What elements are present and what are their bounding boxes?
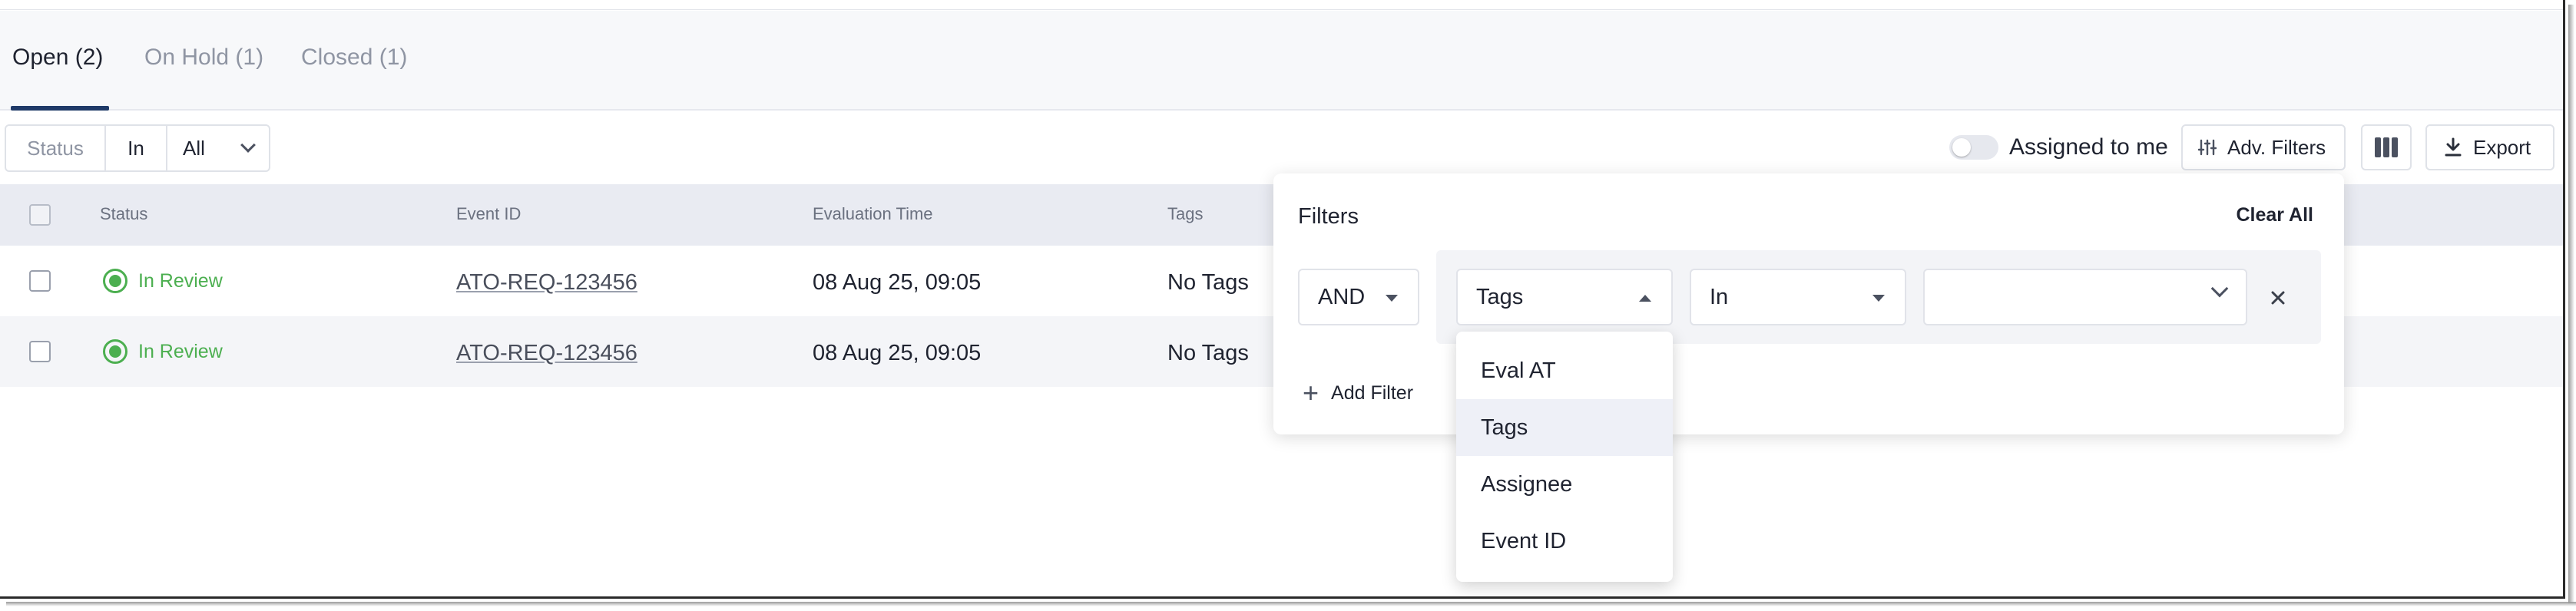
add-filter-label: Add Filter (1331, 381, 1414, 404)
columns-icon (2375, 137, 2398, 157)
frame-shadow (6, 602, 2576, 606)
export-label: Export (2473, 135, 2531, 159)
adv-filters-label: Adv. Filters (2227, 135, 2326, 159)
filter-field-label: Status (6, 126, 106, 170)
event-id-link[interactable]: ATO-REQ-123456 (456, 341, 637, 366)
export-button[interactable]: Export (2425, 124, 2554, 170)
select-all-checkbox[interactable] (29, 204, 51, 226)
tab-on-hold[interactable]: On Hold (1) (144, 45, 263, 71)
conjunction-select[interactable]: AND (1298, 269, 1419, 325)
assigned-to-me-label: Assigned to me (2009, 134, 2168, 160)
app-frame: Open (2) On Hold (1) Closed (1) Status I… (0, 0, 2565, 599)
tab-open[interactable]: Open (2) (12, 45, 103, 71)
row-checkbox[interactable] (29, 341, 51, 362)
active-tab-indicator (11, 106, 109, 111)
adv-filters-button[interactable]: Adv. Filters (2181, 124, 2346, 170)
filter-operator-label: In (106, 126, 167, 170)
field-value: Tags (1476, 284, 1524, 309)
top-divider (0, 9, 2563, 10)
dropdown-option-assignee[interactable]: Assignee (1456, 456, 1673, 513)
operator-value: In (1710, 284, 1729, 309)
sliders-icon (2198, 139, 2217, 156)
column-header-evaluation-time[interactable]: Evaluation Time (813, 204, 933, 224)
evaluation-time: 08 Aug 25, 09:05 (813, 341, 982, 365)
column-header-event-id[interactable]: Event ID (456, 204, 521, 224)
tags-cell: No Tags (1167, 270, 1249, 295)
toggle-knob (1952, 138, 1971, 157)
status-dot-icon (103, 269, 127, 293)
add-filter-button[interactable]: + Add Filter (1303, 379, 1413, 407)
field-select[interactable]: Tags (1456, 269, 1673, 325)
chevron-down-icon (240, 137, 256, 153)
dropdown-option-event-id[interactable]: Event ID (1456, 513, 1673, 570)
column-header-status[interactable]: Status (100, 204, 147, 224)
value-select[interactable] (1923, 269, 2247, 325)
clear-all-button[interactable]: Clear All (2236, 204, 2313, 226)
field-dropdown-menu: Eval AT Tags Assignee Event ID (1456, 332, 1673, 582)
close-icon[interactable] (2264, 284, 2292, 312)
tags-cell: No Tags (1167, 341, 1249, 365)
event-id-link[interactable]: ATO-REQ-123456 (456, 270, 637, 296)
caret-down-icon (1386, 295, 1398, 302)
dropdown-option-tags[interactable]: Tags (1456, 399, 1673, 456)
filter-value-label: All (183, 136, 205, 160)
tab-closed[interactable]: Closed (1) (301, 45, 407, 71)
evaluation-time: 08 Aug 25, 09:05 (813, 270, 982, 295)
status-badge: In Review (138, 341, 223, 362)
caret-down-icon (1872, 295, 1885, 302)
filter-value-dropdown[interactable]: All (167, 126, 269, 170)
download-icon (2445, 137, 2462, 157)
operator-select[interactable]: In (1690, 269, 1906, 325)
conjunction-value: AND (1318, 284, 1366, 309)
column-header-tags[interactable]: Tags (1167, 204, 1203, 224)
caret-up-icon (1639, 295, 1651, 302)
chevron-down-icon (2210, 279, 2229, 298)
status-dot-icon (103, 339, 127, 364)
dropdown-option-eval-at[interactable]: Eval AT (1456, 342, 1673, 399)
frame-shadow-right (2568, 5, 2574, 603)
status-filter-chip: Status In All (5, 124, 270, 172)
row-checkbox[interactable] (29, 270, 51, 292)
status-badge: In Review (138, 270, 223, 292)
plus-icon: + (1303, 377, 1319, 408)
filters-panel: Filters Clear All AND Tags In + Add Filt… (1273, 173, 2344, 434)
columns-button[interactable] (2361, 124, 2412, 170)
filters-panel-title: Filters (1298, 204, 1359, 229)
assigned-to-me-toggle[interactable] (1949, 135, 1998, 160)
status-tabs: Open (2) On Hold (1) Closed (1) (0, 11, 2563, 111)
